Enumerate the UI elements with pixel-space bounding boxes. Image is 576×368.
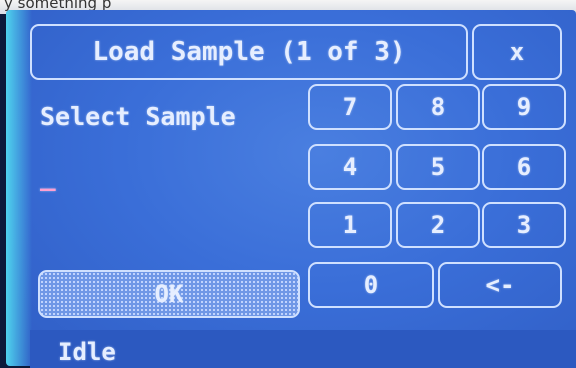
- key-2[interactable]: 2: [396, 202, 480, 248]
- dialog-title-text: Load Sample (1 of 3): [92, 37, 406, 67]
- key-0[interactable]: 0: [308, 262, 434, 308]
- ok-button-label: OK: [154, 280, 184, 308]
- backspace-icon: <-: [485, 271, 515, 299]
- key-label: 0: [363, 271, 379, 299]
- close-button[interactable]: x: [472, 24, 562, 80]
- screen-edge-glow: [6, 10, 32, 366]
- key-8[interactable]: 8: [396, 84, 480, 130]
- key-label: 2: [430, 211, 446, 239]
- key-label: 7: [342, 93, 358, 121]
- device-screen: Load Sample (1 of 3) x Select Sample _ 7…: [6, 10, 576, 368]
- close-icon: x: [509, 38, 525, 66]
- dialog-title: Load Sample (1 of 3): [30, 24, 468, 80]
- ok-button[interactable]: OK: [38, 270, 300, 318]
- key-label: 3: [516, 211, 532, 239]
- key-6[interactable]: 6: [482, 144, 566, 190]
- key-9[interactable]: 9: [482, 84, 566, 130]
- select-sample-label: Select Sample: [40, 102, 236, 131]
- key-3[interactable]: 3: [482, 202, 566, 248]
- key-7[interactable]: 7: [308, 84, 392, 130]
- key-label: 8: [430, 93, 446, 121]
- backspace-button[interactable]: <-: [438, 262, 562, 308]
- key-label: 6: [516, 153, 532, 181]
- key-1[interactable]: 1: [308, 202, 392, 248]
- key-label: 9: [516, 93, 532, 121]
- status-text: Idle: [58, 338, 116, 366]
- key-label: 1: [342, 211, 358, 239]
- key-label: 5: [430, 153, 446, 181]
- key-5[interactable]: 5: [396, 144, 480, 190]
- sample-entry-field[interactable]: _: [40, 162, 56, 192]
- key-4[interactable]: 4: [308, 144, 392, 190]
- key-label: 4: [342, 153, 358, 181]
